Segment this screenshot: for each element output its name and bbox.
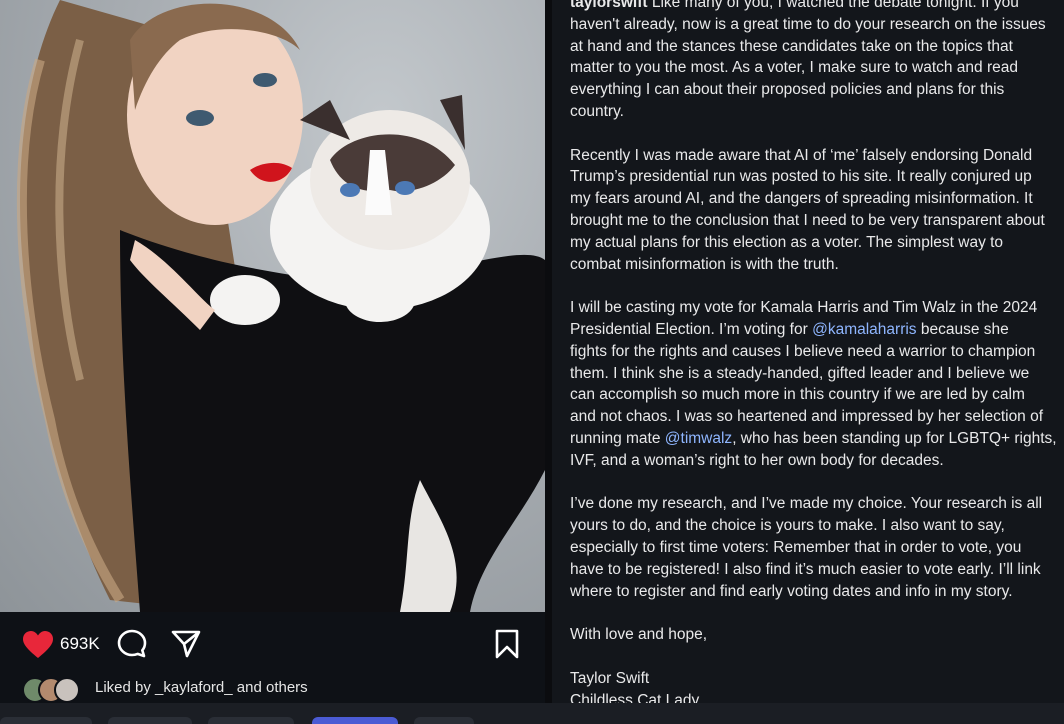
liked-by-prefix: Liked by (95, 679, 156, 696)
avatar (54, 677, 80, 703)
caption-line: where to register and find early voting … (570, 582, 1013, 600)
caption-line: I’ve done my research, and I’ve made my … (570, 495, 1043, 513)
caption-line: Recently I was made aware that AI of ‘me… (570, 146, 1033, 164)
caption-line: combat misinformation is with the truth. (570, 255, 839, 273)
photo-illustration (16, 0, 545, 612)
caption-line: fights for the rights and causes I belie… (570, 342, 1036, 360)
caption-line: can accomplish so much more in this coun… (570, 386, 1025, 404)
caption-line: With love and hope, (570, 626, 708, 644)
caption-signature: Taylor Swift Childless Cat Lady (570, 668, 1064, 703)
caption-line: running mate @timwalz, who has been stan… (570, 428, 1064, 450)
bottom-tab-strip (0, 703, 1064, 724)
caption-line: I will be casting my vote for Kamala Har… (570, 299, 1038, 317)
liker-avatars (22, 675, 92, 703)
caption-line: haven't already, now is a great time to … (570, 15, 1046, 33)
caption-line-text: Like many of you, I watched the debate t… (647, 0, 1019, 11)
liked-by-suffix: and others (232, 679, 308, 696)
caption-panel: taylorswift Like many of you, I watched … (552, 0, 1064, 703)
caption-paragraph-4: I’ve done my research, and I’ve made my … (570, 493, 1064, 602)
caption-line: country. (570, 102, 624, 120)
tab[interactable] (0, 717, 92, 724)
bookmark-icon[interactable] (494, 628, 520, 660)
liked-by-user[interactable]: _kaylaford_ (155, 679, 233, 696)
signature-title: Childless Cat Lady (570, 691, 700, 704)
heart-icon[interactable] (22, 630, 54, 660)
signature-name: Taylor Swift (570, 669, 650, 687)
caption-line-text: , who has been standing up for LGBTQ+ ri… (732, 429, 1057, 447)
caption-paragraph-1: taylorswift Like many of you, I watched … (570, 0, 1064, 123)
tab-active[interactable] (312, 717, 398, 724)
caption-line: yours to do, and the choice is yours to … (570, 517, 1005, 535)
caption-line: my actual plans for this election as a v… (570, 233, 1004, 251)
caption-line: at hand and the stances these candidates… (570, 37, 1013, 55)
caption-line: my fears around AI, and the dangers of s… (570, 190, 1033, 208)
caption-paragraph-3: I will be casting my vote for Kamala Har… (570, 297, 1064, 471)
comment-icon[interactable] (116, 628, 148, 660)
caption-line-text: running mate (570, 429, 665, 447)
caption-line: matter to you the most. As a voter, I ma… (570, 59, 1019, 77)
caption-line-text: because she (916, 320, 1009, 338)
caption-line: Trump’s presidential run was posted to h… (570, 168, 1032, 186)
liked-by-text: Liked by _kaylaford_ and others (95, 679, 308, 696)
caption-line: have to be registered! I also find it’s … (570, 560, 1041, 578)
instagram-post: 693K Liked by _kaylaford_ and others (0, 0, 545, 703)
caption-line: brought me to the conclusion that I need… (570, 211, 1045, 229)
caption-line: Presidential Election. I’m voting for @k… (570, 319, 1064, 341)
caption-line: everything I can about their proposed po… (570, 81, 1005, 99)
caption-text: taylorswift Like many of you, I watched … (570, 0, 1064, 703)
share-icon[interactable] (170, 628, 202, 660)
caption-username[interactable]: taylorswift (570, 0, 648, 11)
caption-line-text: Presidential Election. I’m voting for (570, 320, 813, 338)
caption-line: especially to first time voters: Remembe… (570, 538, 1022, 556)
tab[interactable] (108, 717, 192, 724)
caption-line: them. I think she is a steady-handed, gi… (570, 364, 1030, 382)
post-photo[interactable] (0, 0, 545, 612)
caption-line: and not chaos. I was so heartened and im… (570, 408, 1044, 426)
tab[interactable] (414, 717, 474, 724)
like-count: 693K (60, 634, 100, 653)
caption-line: taylorswift Like many of you, I watched … (570, 0, 1064, 14)
mention-kamalaharris[interactable]: @kamalaharris (812, 321, 916, 338)
caption-paragraph-2: Recently I was made aware that AI of ‘me… (570, 145, 1064, 276)
mention-timwalz[interactable]: @timwalz (665, 430, 732, 447)
tab[interactable] (208, 717, 294, 724)
caption-line: IVF, and a woman’s right to her own body… (570, 451, 944, 469)
caption-paragraph-5: With love and hope, (570, 624, 1064, 646)
